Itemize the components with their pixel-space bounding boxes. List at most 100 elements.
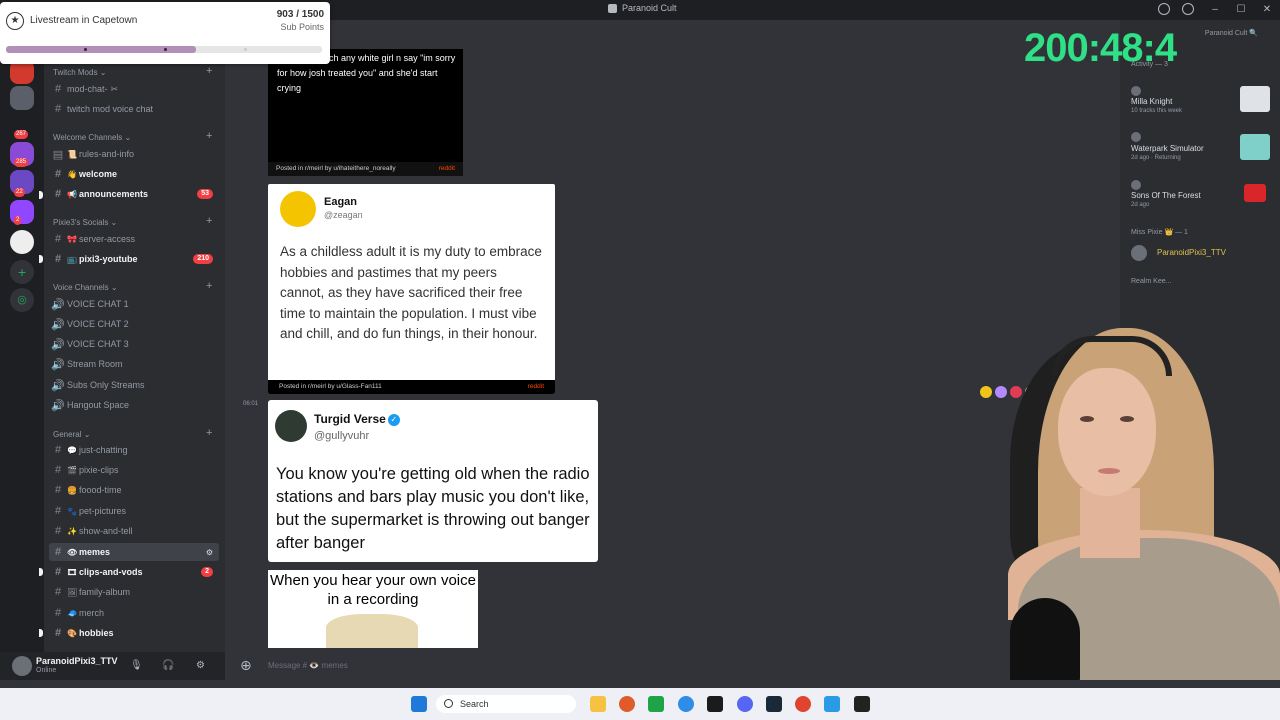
category-welcome[interactable]: Welcome Channels ⌄ [53,133,131,142]
voice-channel-stream-room[interactable]: 🔊 Stream Room [49,355,219,373]
channel-rules-and-info[interactable]: ▤ 📜 rules-and-info [49,145,219,163]
voice-channel-subs-only[interactable]: 🔊 Subs Only Streams [49,376,219,394]
activity-name[interactable]: Milla Knight [1131,97,1172,106]
channel-pet-pictures[interactable]: # 🐾 pet-pictures [49,502,219,520]
window-title: Paranoid Cult [608,3,677,13]
milestone-marker [164,48,167,51]
app-icon[interactable] [678,696,694,712]
channel-memes[interactable]: # 👁 memes ⚙ [49,543,219,561]
channel-pixi3-youtube[interactable]: # 📺 pixi3-youtube 210 [49,250,219,268]
reddit-icon: reddit [527,383,544,390]
category-voice[interactable]: Voice Channels ⌄ [53,283,118,292]
server-icon-6[interactable] [10,230,34,254]
channel-mod-chat[interactable]: # mod-chat- ✂ [49,80,219,98]
channel-hobbies[interactable]: # 🎨 hobbies [49,624,219,642]
avatar [280,191,316,227]
channel-merch[interactable]: # 🧢 merch [49,604,219,622]
activity-thumbnail [1240,134,1270,160]
role-header: Miss Pixie 👑 — 1 [1131,229,1188,236]
maximize-button[interactable]: ☐ [1228,0,1254,20]
channel-welcome[interactable]: # 👋 welcome [49,165,219,183]
start-icon[interactable] [411,696,427,712]
add-channel-icon[interactable]: + [206,215,212,227]
add-channel-icon[interactable]: + [206,65,212,77]
taskbar-search[interactable]: Search [436,695,576,713]
discord-icon[interactable] [737,696,753,712]
category-socials[interactable]: Pixie3's Socials ⌄ [53,218,117,227]
category-twitch-mods[interactable]: Twitch Mods ⌄ [53,68,106,77]
avatar [1131,245,1147,261]
inbox-icon[interactable] [1158,3,1170,15]
webcam-feed [948,268,1280,680]
channel-food-time[interactable]: # 🍔 foood-time [49,481,219,499]
channel-show-and-tell[interactable]: # ✨ show-and-tell [49,522,219,540]
tweet-image-eagan[interactable]: Eagan @zeagan As a childless adult it is… [268,184,555,394]
close-button[interactable]: ✕ [1254,0,1280,20]
user-settings-icon[interactable]: ⚙ [196,660,205,671]
reddit-icon: reddit [438,165,455,172]
verified-icon: ✓ [387,413,400,426]
reddit-post-image[interactable]: erally approach any white girl n say "im… [268,49,463,176]
help-icon[interactable] [1182,3,1194,15]
voice-channel-hangout[interactable]: 🔊 Hangout Space [49,396,219,414]
tweet-image-turgid-verse[interactable]: Turgid Verse ✓ @gullyvuhr You know you're… [268,400,598,562]
channel-twitch-mod-voice[interactable]: # twitch mod voice chat [49,100,219,118]
tweet-author: Turgid Verse ✓ [314,412,400,426]
streamer-eye [1080,416,1094,422]
username: ParanoidPixi3_TTV [36,656,118,666]
sub-goal-progress-fill [6,46,197,53]
channel-settings-icon[interactable]: ⚙ [206,548,213,557]
voice-channel-3[interactable]: 🔊 VOICE CHAT 3 [49,335,219,353]
activity-thumbnail [1240,86,1270,112]
voice-channel-2[interactable]: 🔊 VOICE CHAT 2 [49,315,219,333]
headphones-icon[interactable]: 🎧 [162,660,174,671]
streamer-neck [1080,488,1140,558]
xbox-icon[interactable] [648,696,664,712]
channel-just-chatting[interactable]: # 💬 just-chatting [49,441,219,459]
activity-sub: 2d ago [1131,202,1150,208]
member-name[interactable]: ParanoidPixi3_TTV [1157,248,1226,257]
channel-pixie-clips[interactable]: # 🎬 pixie-clips [49,461,219,479]
capcut-icon[interactable] [854,696,870,712]
server-rail: 267 285 22 2 + ◎ [0,20,44,652]
steam-icon[interactable] [766,696,782,712]
add-channel-icon[interactable]: + [206,130,212,142]
channel-server-access[interactable]: # 🎀 server-access [49,230,219,248]
avatar [275,410,307,442]
add-channel-icon[interactable]: + [206,280,212,292]
unread-indicator [39,255,43,263]
tweet-body: As a childless adult it is my duty to em… [280,244,542,342]
avatar[interactable] [12,656,32,676]
channel-clips-and-vods[interactable]: # 🎞 clips-and-vods 2 [49,563,219,581]
microphone-icon[interactable]: 🎙 [130,660,143,671]
taskbar: Search [0,688,1280,720]
activity-name[interactable]: Waterpark Simulator [1131,144,1204,153]
avatar [1131,180,1141,190]
meme-image[interactable]: When you hear your own voice in a record… [268,570,478,648]
sub-goal-progress-bar [6,46,322,53]
user-status: Online [36,667,57,674]
chrome-icon[interactable] [795,696,811,712]
channel-announcements[interactable]: # 📢 announcements 53 [49,185,219,203]
avatar [1131,86,1141,96]
notepad-icon[interactable] [824,696,840,712]
add-server-icon[interactable]: + [10,260,34,284]
message-timestamp: 06:01 [243,401,259,407]
explore-icon[interactable]: ◎ [10,288,34,312]
unread-indicator [39,568,43,576]
server-icon-2[interactable] [10,86,34,110]
terminal-icon[interactable] [707,696,723,712]
tweet-handle: @zeagan [324,210,363,220]
activity-name[interactable]: Sons Of The Forest [1131,191,1201,200]
channel-sidebar: Twitch Mods ⌄ + # mod-chat- ✂ # twitch mod … [39,20,225,652]
voice-channel-1[interactable]: 🔊 VOICE CHAT 1 [49,295,219,313]
add-channel-icon[interactable]: + [206,427,212,439]
channel-family-album[interactable]: # 🖼 family-album [49,583,219,601]
unread-indicator [39,629,43,637]
sub-goal-widget: ★ Livestream in Capetown 903 / 1500 Sub … [0,2,330,64]
browser-icon[interactable] [619,696,635,712]
file-explorer-icon[interactable] [590,696,606,712]
stream-timer: 200:48:4 [1024,26,1177,70]
category-general[interactable]: General ⌄ [53,430,90,439]
minimize-button[interactable]: – [1202,0,1228,20]
